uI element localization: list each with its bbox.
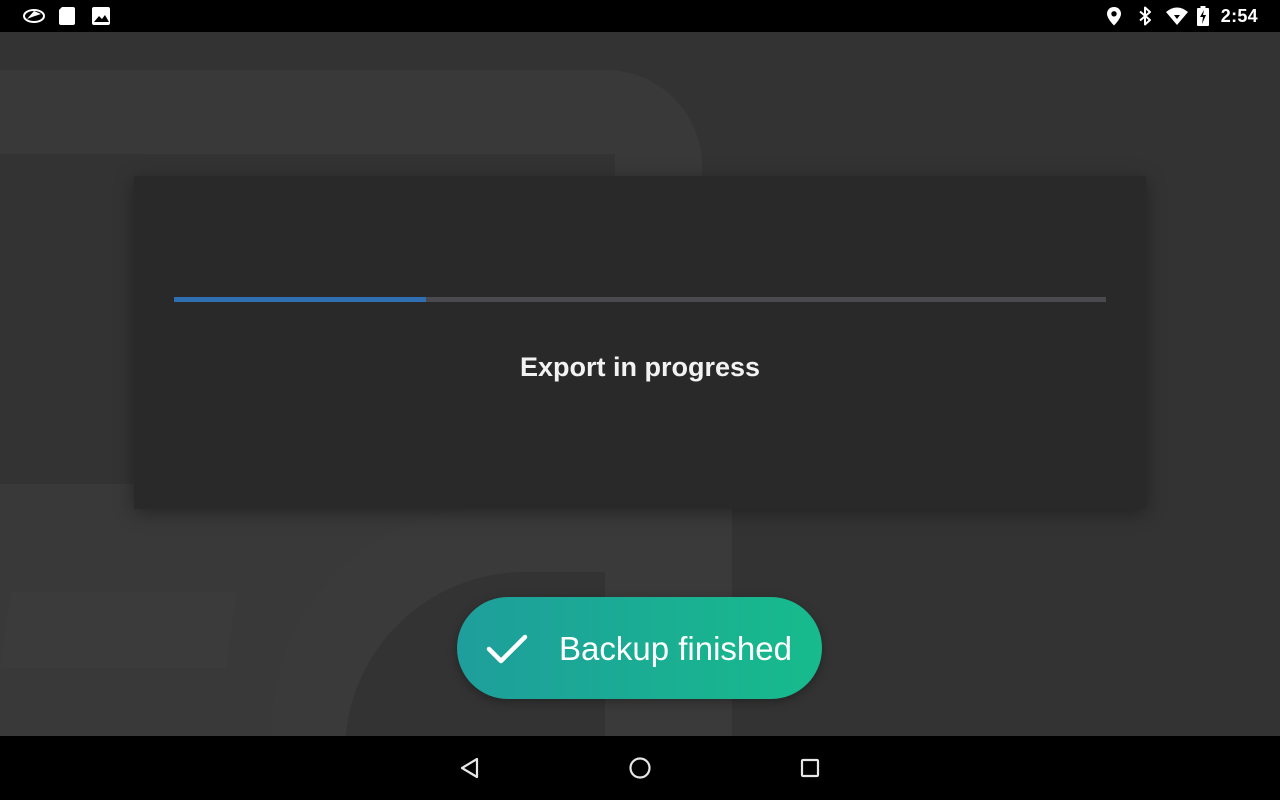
image-icon <box>90 5 112 27</box>
checkmark-icon <box>485 627 529 671</box>
progress-bar <box>174 297 1106 302</box>
navigation-bar <box>0 736 1280 800</box>
home-icon <box>624 752 656 784</box>
wifi-icon <box>1165 5 1188 27</box>
dialog-message: Export in progress <box>519 352 761 382</box>
progress-bar-fill <box>174 297 426 302</box>
status-bar: 2:54 <box>0 0 1280 32</box>
status-clock: 2:54 <box>1220 5 1258 26</box>
backup-finished-toast: Backup finished <box>457 597 822 699</box>
app-notification-icon <box>22 5 45 27</box>
battery-charging-icon <box>1196 5 1210 27</box>
back-icon <box>454 752 486 784</box>
device-screen: 2:54 Export in progress Backup finished <box>0 0 1280 800</box>
bluetooth-icon <box>1134 5 1156 27</box>
home-button[interactable] <box>624 752 656 784</box>
notification-icons <box>22 5 112 27</box>
toast-message: Backup finished <box>559 630 792 667</box>
recents-icon <box>794 752 826 784</box>
background-decoration <box>0 592 237 668</box>
back-button[interactable] <box>454 752 486 784</box>
sd-card-icon <box>56 5 78 27</box>
system-icons: 2:54 <box>1103 0 1258 32</box>
location-icon <box>1103 5 1125 27</box>
export-progress-dialog: Export in progress <box>134 176 1146 509</box>
recents-button[interactable] <box>794 752 826 784</box>
